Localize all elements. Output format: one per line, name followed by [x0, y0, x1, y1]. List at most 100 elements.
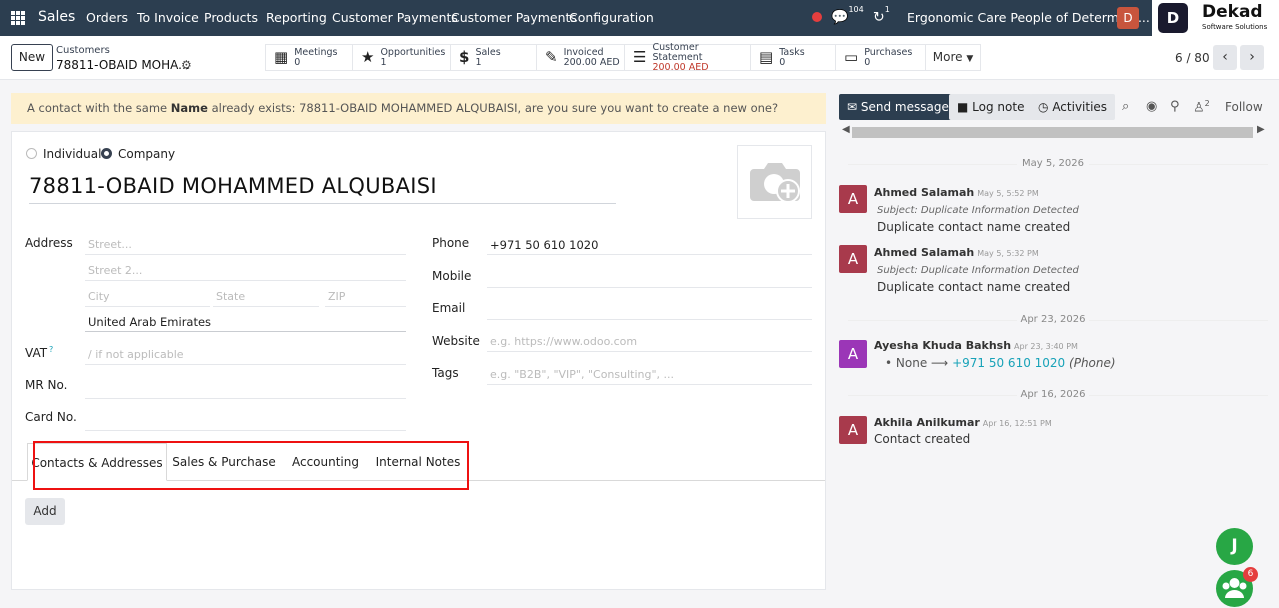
image-upload[interactable] — [737, 145, 812, 219]
next-record-button[interactable]: › — [1240, 45, 1264, 70]
message-author[interactable]: Ahmed Salamah May 5, 5:52 PM — [874, 186, 1039, 199]
mr-no-label: MR No. — [25, 378, 68, 392]
opportunities-smart-button[interactable]: ★ Opportunities 1 — [352, 44, 451, 71]
floating-user-button[interactable]: J — [1216, 528, 1253, 565]
chatter-horizontal-scrollbar[interactable]: ◀ ▶ — [839, 124, 1267, 139]
gear-icon[interactable]: ⚙ — [181, 58, 192, 72]
search-icon[interactable]: ⌕ — [1122, 99, 1129, 114]
country-input[interactable]: United Arab Emirates — [88, 315, 211, 329]
customer-statement-smart-button[interactable]: ☰ Customer Statement 200.00 AED — [624, 42, 751, 72]
website-input[interactable]: e.g. https://www.odoo.com — [490, 335, 637, 348]
author-avatar[interactable]: A — [839, 340, 867, 368]
app-name[interactable]: Sales — [38, 9, 75, 25]
more-label: More — [932, 50, 963, 64]
brand-name: Dekad — [1202, 2, 1263, 22]
log-note-button[interactable]: ■ Log note — [949, 94, 1033, 120]
message-body: Duplicate contact name created — [877, 220, 1071, 234]
street2-input[interactable]: Street 2... — [88, 264, 142, 277]
more-dropdown[interactable]: More ▼ — [925, 44, 981, 71]
message-author[interactable]: Akhila Anilkumar Apr 16, 12:51 PM — [874, 416, 1052, 429]
menu-to-invoice[interactable]: To Invoice — [137, 10, 199, 25]
previous-record-button[interactable]: ‹ — [1213, 45, 1237, 70]
tab-contacts-addresses[interactable]: Contacts & Addresses — [27, 443, 167, 481]
website-underline — [487, 351, 812, 352]
user-avatar[interactable]: D — [1117, 7, 1139, 29]
notebook-tabs: Contacts & Addresses Sales & Purchase Ac… — [27, 443, 467, 481]
follow-button[interactable]: Follow — [1225, 100, 1263, 114]
message-time: May 5, 5:32 PM — [977, 249, 1039, 258]
message-author[interactable]: Ayesha Khuda Bakhsh Apr 23, 3:40 PM — [874, 339, 1078, 352]
activity-clock-icon[interactable]: ↻1 — [873, 5, 890, 26]
old-value: None — [895, 356, 928, 370]
menu-reporting[interactable]: Reporting — [266, 10, 327, 25]
sales-smart-button[interactable]: $ Sales 1 — [450, 44, 537, 71]
meetings-smart-button[interactable]: ▦ Meetings 0 — [265, 44, 353, 71]
menu-customer-payments[interactable]: Customer Payments — [332, 10, 458, 25]
breadcrumb-parent[interactable]: Customers — [56, 45, 110, 56]
individual-label[interactable]: Individual — [43, 147, 101, 161]
activities-label: Activities — [1052, 100, 1108, 114]
smart-button-label: Opportunities — [380, 46, 446, 58]
author-avatar[interactable]: A — [839, 416, 867, 444]
date-separator-line — [1089, 395, 1268, 396]
tab-internal-notes[interactable]: Internal Notes — [374, 443, 462, 481]
mobile-input[interactable] — [487, 287, 812, 288]
menu-configuration[interactable]: Configuration — [569, 10, 654, 25]
message-body: Duplicate contact name created — [877, 280, 1071, 294]
invoice-icon: ✎ — [545, 48, 558, 66]
smart-button-value: 0 — [779, 56, 786, 68]
card-no-input[interactable] — [85, 430, 406, 431]
scroll-left-icon[interactable]: ◀ — [842, 124, 850, 135]
tags-input[interactable]: e.g. "B2B", "VIP", "Consulting", ... — [490, 368, 674, 381]
mr-no-input[interactable] — [85, 398, 406, 399]
camera-add-icon — [750, 163, 800, 203]
company-radio[interactable] — [101, 148, 112, 159]
date-separator-line — [848, 164, 1017, 165]
send-message-button[interactable]: ✉ Send message — [839, 94, 957, 120]
city-input[interactable]: City — [88, 290, 110, 303]
state-input[interactable]: State — [216, 290, 245, 303]
add-contact-button[interactable]: Add — [25, 498, 65, 525]
author-name: Ahmed Salamah — [874, 246, 975, 259]
apps-grid-icon[interactable] — [11, 11, 25, 25]
individual-radio[interactable] — [26, 148, 37, 159]
activities-button[interactable]: ◷ Activities — [1030, 94, 1116, 120]
messages-icon[interactable]: 💬104 — [831, 5, 864, 26]
partner-name-input[interactable]: 78811-OBAID MOHAMMED ALQUBAISI — [29, 174, 616, 204]
author-avatar[interactable]: A — [839, 185, 867, 213]
company-label[interactable]: Company — [118, 147, 175, 161]
paperclip-icon[interactable]: ⚲ — [1170, 99, 1180, 114]
scroll-right-icon[interactable]: ▶ — [1257, 124, 1265, 135]
menu-products[interactable]: Products — [204, 10, 258, 25]
tab-accounting[interactable]: Accounting — [283, 443, 368, 481]
purchases-smart-button[interactable]: ▭ Purchases 0 — [835, 44, 926, 71]
tab-sales-purchase[interactable]: Sales & Purchase — [170, 443, 278, 481]
state-underline — [213, 306, 319, 307]
menu-orders[interactable]: Orders — [86, 10, 128, 25]
bullet-icon: • — [885, 356, 893, 370]
company-switcher[interactable]: Ergonomic Care People of Determina... — [907, 10, 1150, 25]
log-note-label: Log note — [972, 100, 1025, 114]
author-name: Ahmed Salamah — [874, 186, 975, 199]
author-avatar[interactable]: A — [839, 245, 867, 273]
eye-icon[interactable]: ◉ — [1146, 99, 1157, 114]
mobile-label: Mobile — [432, 269, 472, 283]
vat-input[interactable]: / if not applicable — [88, 348, 184, 361]
vat-help-icon[interactable]: ? — [49, 345, 53, 354]
duplicate-warning: A contact with the same Name already exi… — [11, 93, 826, 124]
scroll-thumb[interactable] — [852, 127, 1253, 138]
invoiced-smart-button[interactable]: ✎ Invoiced 200.00 AED — [536, 44, 625, 71]
street-underline — [85, 254, 406, 255]
warning-suffix: already exists: 78811-OBAID MOHAMMED ALQ… — [207, 101, 779, 115]
followers-icon[interactable]: ♙2 — [1193, 99, 1210, 115]
street-input[interactable]: Street... — [88, 238, 132, 251]
new-button[interactable]: New — [11, 44, 53, 71]
pager-value[interactable]: 6 / 80 — [1175, 51, 1210, 65]
tasks-smart-button[interactable]: ▤ Tasks 0 — [750, 44, 836, 71]
zip-input[interactable]: ZIP — [328, 290, 345, 303]
phone-input[interactable]: +971 50 610 1020 — [490, 238, 598, 252]
tracked-field: (Phone) — [1069, 356, 1116, 370]
email-input[interactable] — [487, 319, 812, 320]
menu-customer-payments-2[interactable]: Customer Payments — [451, 10, 577, 25]
message-author[interactable]: Ahmed Salamah May 5, 5:32 PM — [874, 246, 1039, 259]
